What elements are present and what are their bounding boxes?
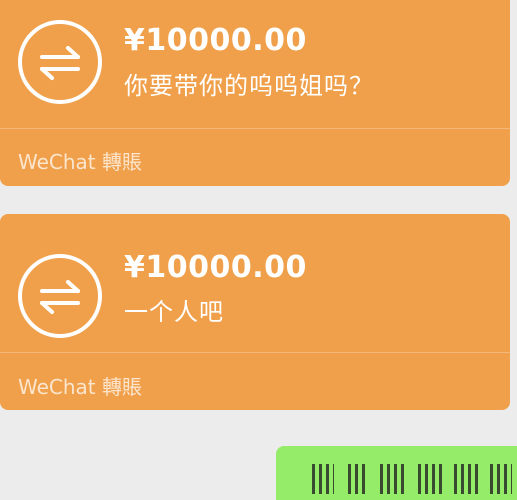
transfer-arrows-icon	[18, 20, 102, 104]
chat-screen: ¥10000.00 你要带你的呜呜姐吗？ WeChat 轉賬 ¥10000.00…	[0, 0, 517, 500]
pixelated-text	[312, 464, 334, 494]
transfer-amount: ¥10000.00	[124, 250, 307, 285]
transfer-arrows-icon	[18, 254, 102, 338]
transfer-footer: WeChat 轉賬	[18, 375, 143, 399]
card-divider	[0, 352, 510, 353]
pixelated-text	[490, 464, 512, 494]
transfer-note: 一个人吧	[124, 298, 224, 326]
sent-message-bubble[interactable]	[276, 446, 517, 500]
transfer-amount: ¥10000.00	[124, 23, 307, 58]
transfer-card[interactable]: ¥10000.00 你要带你的呜呜姐吗？ WeChat 轉賬	[0, 0, 510, 186]
transfer-card[interactable]: ¥10000.00 一个人吧 WeChat 轉賬	[0, 214, 510, 410]
pixelated-text	[348, 464, 368, 494]
card-divider	[0, 128, 510, 129]
pixelated-text	[380, 464, 406, 494]
transfer-note: 你要带你的呜呜姐吗？	[124, 72, 374, 100]
pixelated-text	[418, 464, 442, 494]
transfer-footer: WeChat 轉賬	[18, 150, 143, 174]
pixelated-text	[454, 464, 478, 494]
